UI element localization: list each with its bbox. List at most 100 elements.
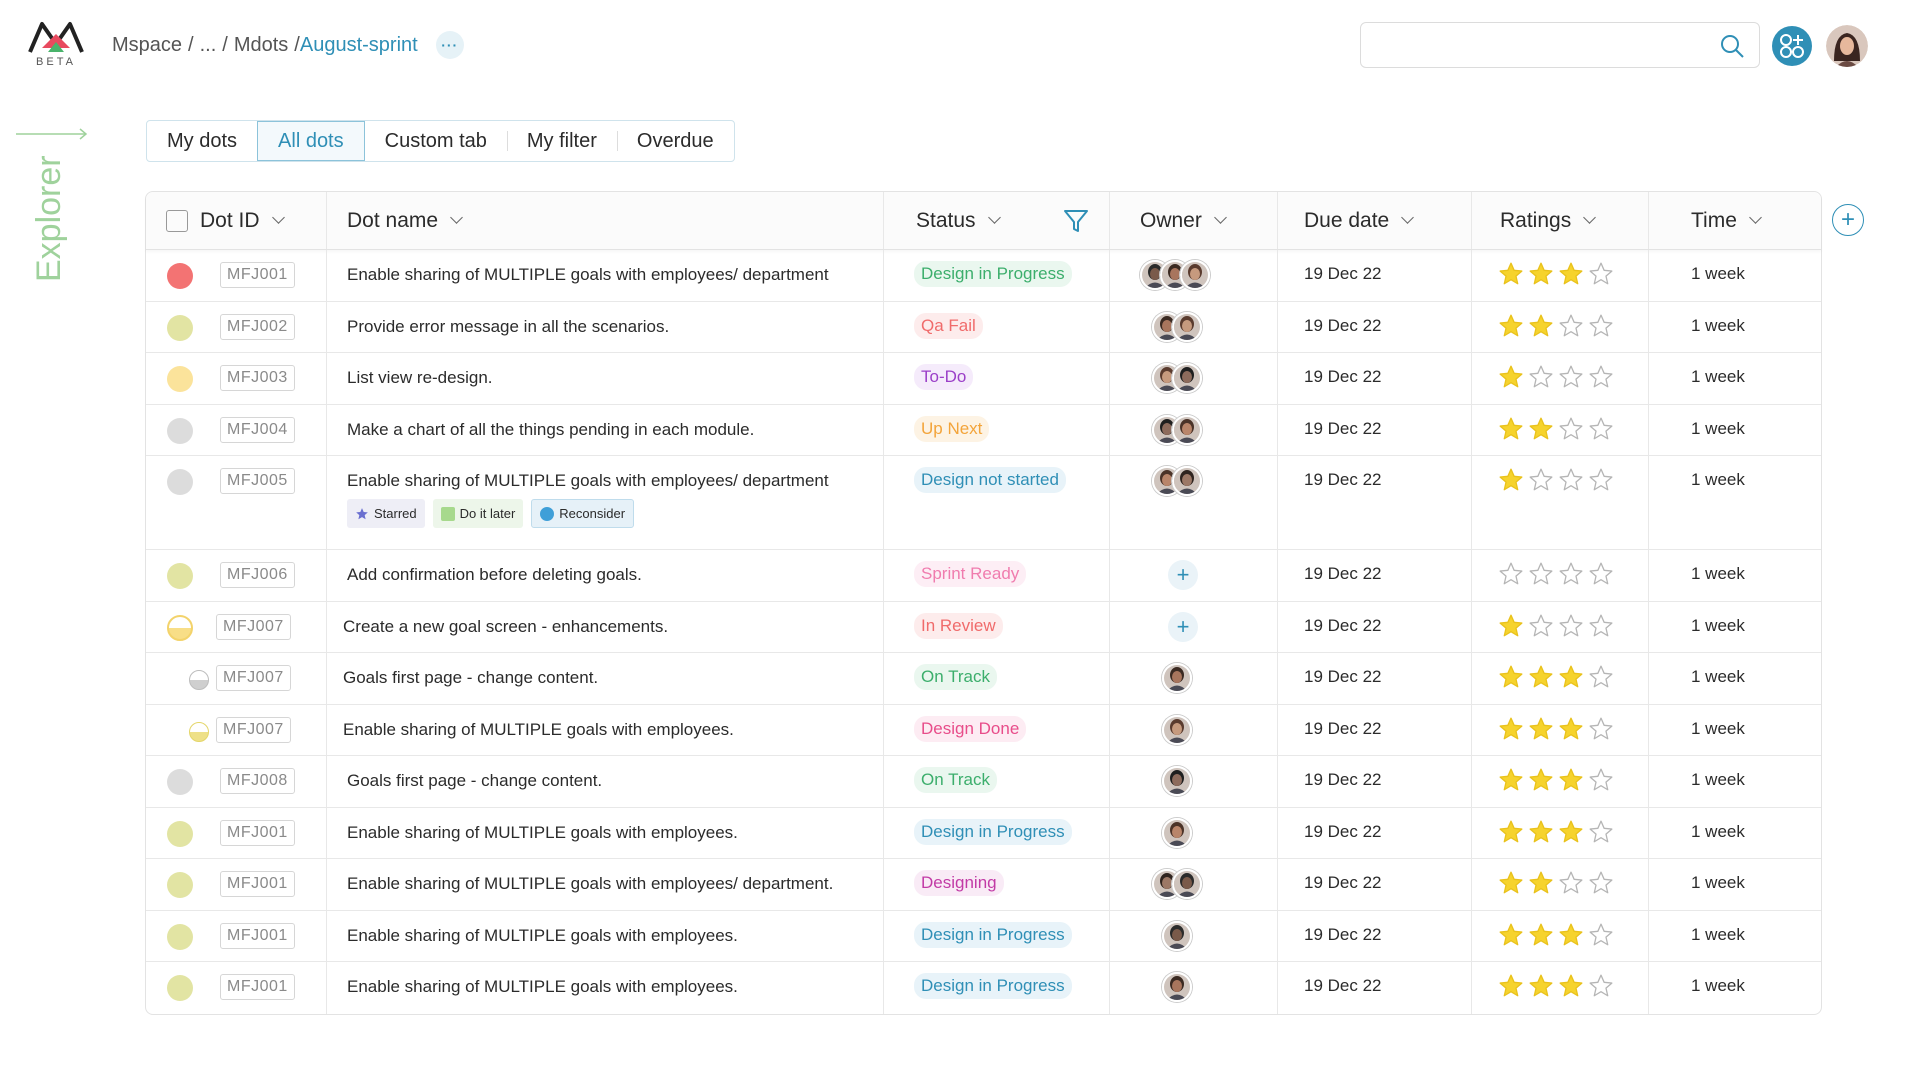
star-filled-icon[interactable] [1498,664,1524,695]
tab-my-filter[interactable]: My filter [506,121,617,161]
chevron-down-icon[interactable] [1749,211,1762,224]
tab-all-dots[interactable]: All dots [257,121,365,161]
status-indicator[interactable] [189,670,209,690]
cell-dot-name[interactable]: Create a new goal screen - enhancements. [327,601,884,652]
rating-stars[interactable] [1472,870,1648,901]
header-time[interactable]: Time [1649,192,1821,249]
cell-time[interactable]: 1 week [1649,602,1821,653]
owner-avatar[interactable] [1180,260,1210,290]
breadcrumb-parent[interactable]: Mdots [234,34,288,57]
table-row[interactable]: MFJ002 Provide error message in all the s… [146,301,1821,353]
cell-due-date[interactable]: 19 Dec 22 [1278,962,1472,1014]
star-filled-icon[interactable] [1558,261,1584,292]
tag-do-it-later[interactable]: Do it later [432,499,524,528]
status-indicator[interactable] [167,366,193,392]
rating-stars[interactable] [1472,819,1648,850]
cell-due-date[interactable]: 19 Dec 22 [1278,807,1472,858]
table-row[interactable]: MFJ001 Enable sharing of MULTIPLE goals w… [146,910,1821,962]
status-badge[interactable]: Design not started [914,467,1066,493]
dot-id-badge[interactable]: MFJ008 [220,768,295,794]
cell-due-date[interactable]: 19 Dec 22 [1278,456,1472,549]
status-badge[interactable]: Design in Progress [914,921,1072,948]
chevron-down-icon[interactable] [987,211,1001,224]
star-filled-icon[interactable] [1498,870,1524,901]
cell-dot-name[interactable]: Provide error message in all the scenari… [327,301,884,352]
tag-reconsider[interactable]: Reconsider [531,499,635,528]
header-dot-name[interactable]: Dot name [327,192,884,249]
dot-id-badge[interactable]: MFJ004 [220,416,295,443]
star-filled-icon[interactable] [1498,467,1524,498]
dot-id-badge[interactable]: MFJ007 [216,613,291,640]
rating-stars[interactable] [1472,261,1648,292]
star-empty-icon[interactable] [1588,870,1614,901]
header-due-date[interactable]: Due date [1278,192,1472,249]
cell-time[interactable]: 1 week [1649,550,1821,601]
cell-due-date[interactable]: 19 Dec 22 [1278,353,1472,404]
table-row[interactable]: MFJ001 Enable sharing of MULTIPLE goals w… [146,859,1821,911]
cell-dot-name[interactable]: Enable sharing of MULTIPLE goals with em… [327,704,884,755]
rating-stars[interactable] [1472,767,1648,798]
star-filled-icon[interactable] [1498,313,1524,344]
star-filled-icon[interactable] [1528,767,1554,798]
star-empty-icon[interactable] [1588,922,1614,953]
table-row[interactable]: MFJ004 Make a chart of all the things pen… [146,404,1821,456]
cell-dot-name[interactable]: Make a chart of all the things pending i… [327,404,884,455]
rating-stars[interactable] [1472,664,1648,695]
cell-time[interactable]: 1 week [1649,405,1821,456]
status-badge[interactable]: In Review [914,612,1003,639]
rating-stars[interactable] [1472,716,1648,747]
star-empty-icon[interactable] [1558,613,1584,644]
tab-overdue[interactable]: Overdue [616,121,734,161]
breadcrumb-current[interactable]: August-sprint [300,34,418,57]
star-filled-icon[interactable] [1528,313,1554,344]
star-filled-icon[interactable] [1498,416,1524,447]
add-owner-button[interactable]: + [1168,611,1198,642]
status-indicator[interactable] [167,975,193,1001]
status-indicator[interactable] [167,769,193,795]
dot-id-badge[interactable]: MFJ007 [216,665,291,691]
star-empty-icon[interactable] [1498,561,1524,592]
star-empty-icon[interactable] [1588,613,1614,644]
table-row[interactable]: MFJ006 Add confirmation before deleting g… [146,550,1821,602]
star-filled-icon[interactable] [1558,973,1584,1004]
owner-avatar[interactable] [1172,869,1202,899]
star-filled-icon[interactable] [1498,716,1524,747]
table-row[interactable]: MFJ001 Enable sharing of MULTIPLE goals w… [146,807,1821,859]
cell-dot-name[interactable]: Enable sharing of MULTIPLE goals with em… [327,456,884,549]
filter-icon[interactable] [1063,208,1089,234]
tab-custom-tab[interactable]: Custom tab [365,121,507,161]
status-indicator[interactable] [167,469,193,495]
status-indicator[interactable] [167,872,193,898]
status-indicator[interactable] [167,563,193,589]
chevron-down-icon[interactable] [1583,211,1597,224]
star-empty-icon[interactable] [1558,416,1584,447]
status-badge[interactable]: Design in Progress [914,818,1072,845]
star-empty-icon[interactable] [1588,364,1614,395]
status-indicator[interactable] [167,314,193,341]
star-empty-icon[interactable] [1588,261,1614,292]
rating-stars[interactable] [1472,313,1648,344]
star-filled-icon[interactable] [1528,973,1554,1004]
star-empty-icon[interactable] [1558,364,1584,395]
cell-dot-name[interactable]: Enable sharing of MULTIPLE goals with em… [327,250,884,301]
table-row[interactable]: MFJ001 Enable sharing of MULTIPLE goals w… [146,962,1821,1014]
owner-avatar[interactable] [1162,714,1192,745]
star-empty-icon[interactable] [1588,973,1614,1004]
dot-id-badge[interactable]: MFJ001 [220,262,295,288]
tab-my-dots[interactable]: My dots [147,121,257,161]
star-filled-icon[interactable] [1558,819,1584,850]
app-logo[interactable]: BETA [26,18,86,70]
star-filled-icon[interactable] [1498,261,1524,292]
rating-stars[interactable] [1472,973,1648,1004]
star-filled-icon[interactable] [1528,870,1554,901]
chevron-down-icon[interactable] [271,211,285,224]
dot-id-badge[interactable]: MFJ001 [220,974,295,1000]
star-empty-icon[interactable] [1528,467,1554,498]
status-badge[interactable]: Sprint Ready [914,561,1027,587]
cell-time[interactable]: 1 week [1649,859,1821,910]
chevron-down-icon[interactable] [1401,211,1415,224]
rating-stars[interactable] [1472,922,1648,953]
breadcrumb-ellipsis[interactable]: ... [200,34,217,57]
owner-avatar[interactable] [1162,972,1192,1002]
cell-due-date[interactable]: 19 Dec 22 [1278,653,1472,704]
